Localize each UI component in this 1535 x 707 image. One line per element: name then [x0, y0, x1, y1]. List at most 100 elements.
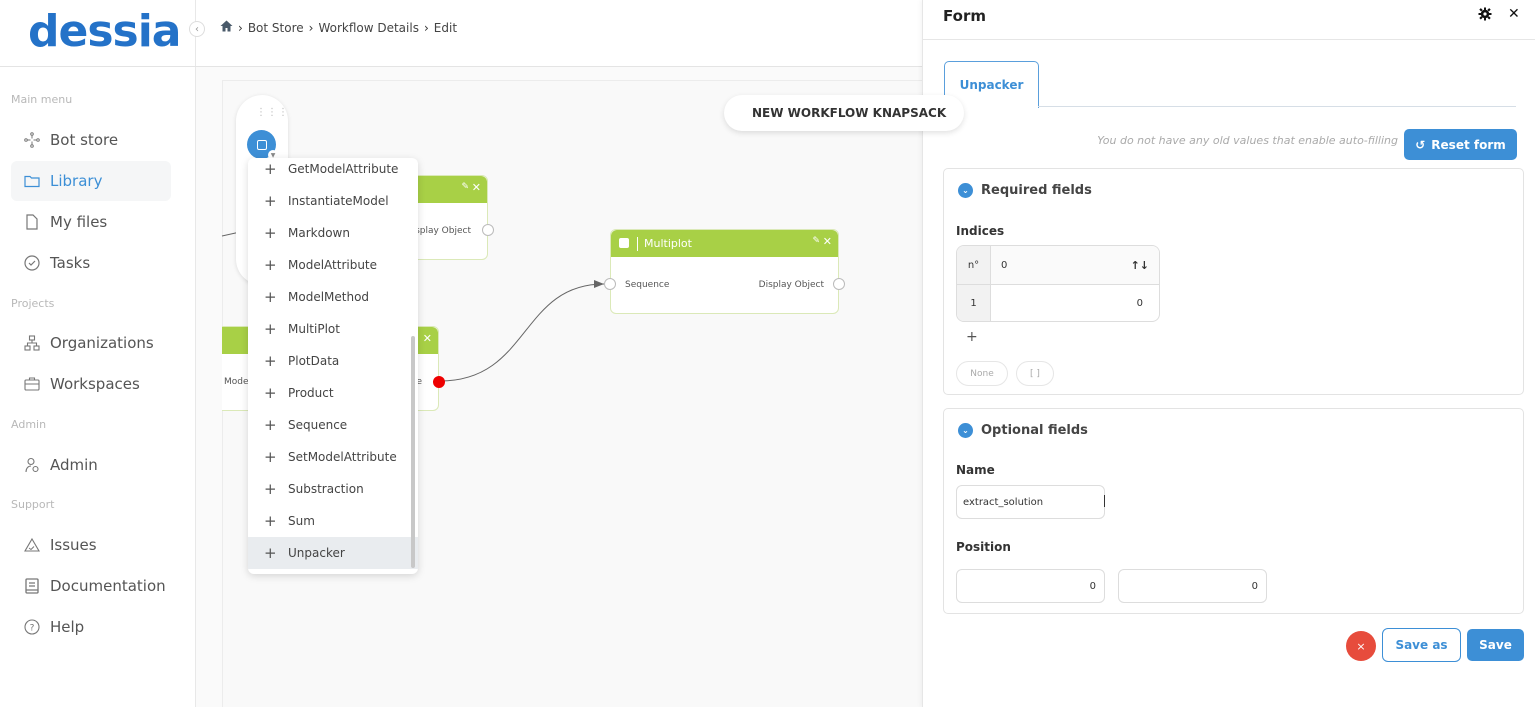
org-chart-icon: [23, 334, 41, 352]
position-label: Position: [956, 540, 1011, 554]
plus-icon: +: [264, 512, 277, 530]
position-x-input[interactable]: 0: [956, 569, 1105, 603]
section-label-main-menu: Main menu: [11, 93, 73, 106]
breadcrumb-edit: Edit: [433, 20, 458, 35]
edit-icon[interactable]: ✎: [461, 182, 469, 192]
input-port[interactable]: [604, 278, 616, 290]
menu-scrollbar[interactable]: [411, 336, 415, 568]
sidebar-item-label: Documentation: [50, 577, 166, 595]
breadcrumb-workflow-details[interactable]: Workflow Details: [318, 21, 419, 35]
save-button[interactable]: Save: [1467, 629, 1524, 661]
undo-icon: ↺: [1415, 137, 1426, 152]
plus-icon: +: [264, 416, 277, 434]
breadcrumb-separator: ›: [423, 20, 429, 35]
menu-item-label: PlotData: [288, 354, 340, 368]
menu-item-sum[interactable]: + Sum: [248, 505, 418, 537]
workflow-title[interactable]: NEW WORKFLOW KNAPSACK: [724, 95, 964, 131]
menu-item-multiplot[interactable]: + MultiPlot: [248, 313, 418, 345]
menu-item-modelmethod[interactable]: + ModelMethod: [248, 281, 418, 313]
sidebar-item-workspaces[interactable]: Workspaces: [11, 364, 171, 404]
menu-item-label: Product: [288, 386, 334, 400]
name-input[interactable]: extract_solution: [956, 485, 1105, 519]
section-title: Optional fields: [981, 423, 1088, 438]
sidebar-item-label: Help: [50, 618, 85, 636]
menu-item-setmodelattribute[interactable]: + SetModelAttribute: [248, 441, 418, 473]
reset-form-label: Reset form: [1431, 137, 1506, 152]
sidebar-item-issues[interactable]: Issues: [11, 525, 171, 565]
check-circle-icon: [23, 254, 41, 272]
menu-item-instantiatemodel[interactable]: + InstantiateModel: [248, 185, 418, 217]
sidebar-item-my-files[interactable]: My files: [11, 202, 171, 242]
table-header-row: n° 0 ↑↓: [957, 246, 1159, 284]
edit-icon[interactable]: ✎: [812, 236, 820, 246]
close-icon[interactable]: ✕: [823, 235, 832, 248]
divider: [0, 66, 196, 67]
cancel-button[interactable]: ×: [1346, 631, 1376, 661]
output-port[interactable]: [482, 224, 494, 236]
logo[interactable]: dessia: [28, 6, 181, 57]
close-icon[interactable]: ✕: [472, 181, 481, 194]
breadcrumb-bot-store[interactable]: Bot Store: [248, 21, 304, 35]
position-y-input[interactable]: 0: [1118, 569, 1267, 603]
menu-item-label: SetModelAttribute: [288, 450, 397, 464]
plus-icon: +: [264, 192, 277, 210]
drag-handle-icon[interactable]: ⋮⋮⋮: [256, 107, 289, 118]
required-fields-toggle[interactable]: ⌄ Required fields: [958, 183, 1092, 198]
menu-item-unpacker[interactable]: + Unpacker: [248, 537, 418, 569]
menu-item-label: InstantiateModel: [288, 194, 389, 208]
close-icon[interactable]: ✕: [423, 332, 432, 345]
sidebar-item-documentation[interactable]: Documentation: [11, 566, 171, 606]
port-label-output: Display Object: [758, 280, 824, 290]
plus-icon: +: [264, 288, 277, 306]
sidebar-item-library[interactable]: Library: [11, 161, 171, 201]
save-as-button[interactable]: Save as: [1382, 628, 1461, 662]
menu-item-plotdata[interactable]: + PlotData: [248, 345, 418, 377]
row-value-input[interactable]: 0: [991, 285, 1159, 321]
home-icon[interactable]: [220, 20, 233, 35]
menu-item-sequence[interactable]: + Sequence: [248, 409, 418, 441]
sidebar-item-admin[interactable]: Admin: [11, 445, 171, 485]
node-title: Multiplot: [637, 237, 692, 251]
menu-item-modelattribute[interactable]: + ModelAttribute: [248, 249, 418, 281]
table-row: 1 0: [957, 284, 1159, 321]
node-header[interactable]: Multiplot ✎ ✕: [611, 230, 838, 257]
menu-item-product[interactable]: + Product: [248, 377, 418, 409]
menu-item-label: GetModelAttribute: [288, 162, 399, 176]
collapse-sidebar-button[interactable]: ‹: [189, 21, 205, 37]
reset-form-button[interactable]: ↺ Reset form: [1404, 129, 1517, 160]
output-port-active[interactable]: [433, 376, 445, 388]
sidebar-item-tasks[interactable]: Tasks: [11, 243, 171, 283]
sidebar-item-organizations[interactable]: Organizations: [11, 323, 171, 363]
output-port[interactable]: [833, 278, 845, 290]
set-none-button[interactable]: None: [956, 361, 1008, 386]
menu-item-getmodelattribute[interactable]: + GetModelAttribute: [248, 158, 418, 185]
sort-icon[interactable]: ↑↓: [1131, 259, 1149, 272]
sidebar-item-bot-store[interactable]: Bot store: [11, 120, 171, 160]
add-row-button[interactable]: +: [966, 329, 978, 345]
section-title: Required fields: [981, 183, 1092, 198]
optional-fields-toggle[interactable]: ⌄ Optional fields: [958, 423, 1088, 438]
sidebar-item-label: Issues: [50, 536, 97, 554]
gear-icon[interactable]: [1478, 7, 1492, 25]
close-icon[interactable]: ✕: [1508, 6, 1520, 22]
indices-table: n° 0 ↑↓ 1 0: [956, 245, 1160, 322]
section-label-support: Support: [11, 498, 55, 511]
file-icon: [23, 213, 41, 231]
section-label-admin: Admin: [11, 418, 47, 431]
app: dessia Main menu Bot store Library My fi…: [0, 0, 1535, 707]
menu-item-label: ModelMethod: [288, 290, 370, 304]
plus-icon: +: [264, 160, 277, 178]
cube-icon: [619, 238, 629, 248]
name-label: Name: [956, 463, 995, 477]
menu-item-markdown[interactable]: + Markdown: [248, 217, 418, 249]
menu-item-substraction[interactable]: + Substraction: [248, 473, 418, 505]
set-empty-list-button[interactable]: [ ]: [1016, 361, 1054, 386]
row-index: 1: [957, 285, 991, 321]
folder-icon: [23, 172, 41, 190]
value-header: 0 ↑↓: [991, 246, 1159, 284]
sidebar-item-help[interactable]: ? Help: [11, 607, 171, 647]
workflow-node-multiplot[interactable]: Multiplot ✎ ✕ Sequence Display Object: [604, 229, 845, 314]
menu-item-label: Unpacker: [288, 546, 345, 560]
port-label-input: Mode: [224, 377, 249, 387]
autofill-message: You do not have any old values that enab…: [1097, 134, 1398, 147]
